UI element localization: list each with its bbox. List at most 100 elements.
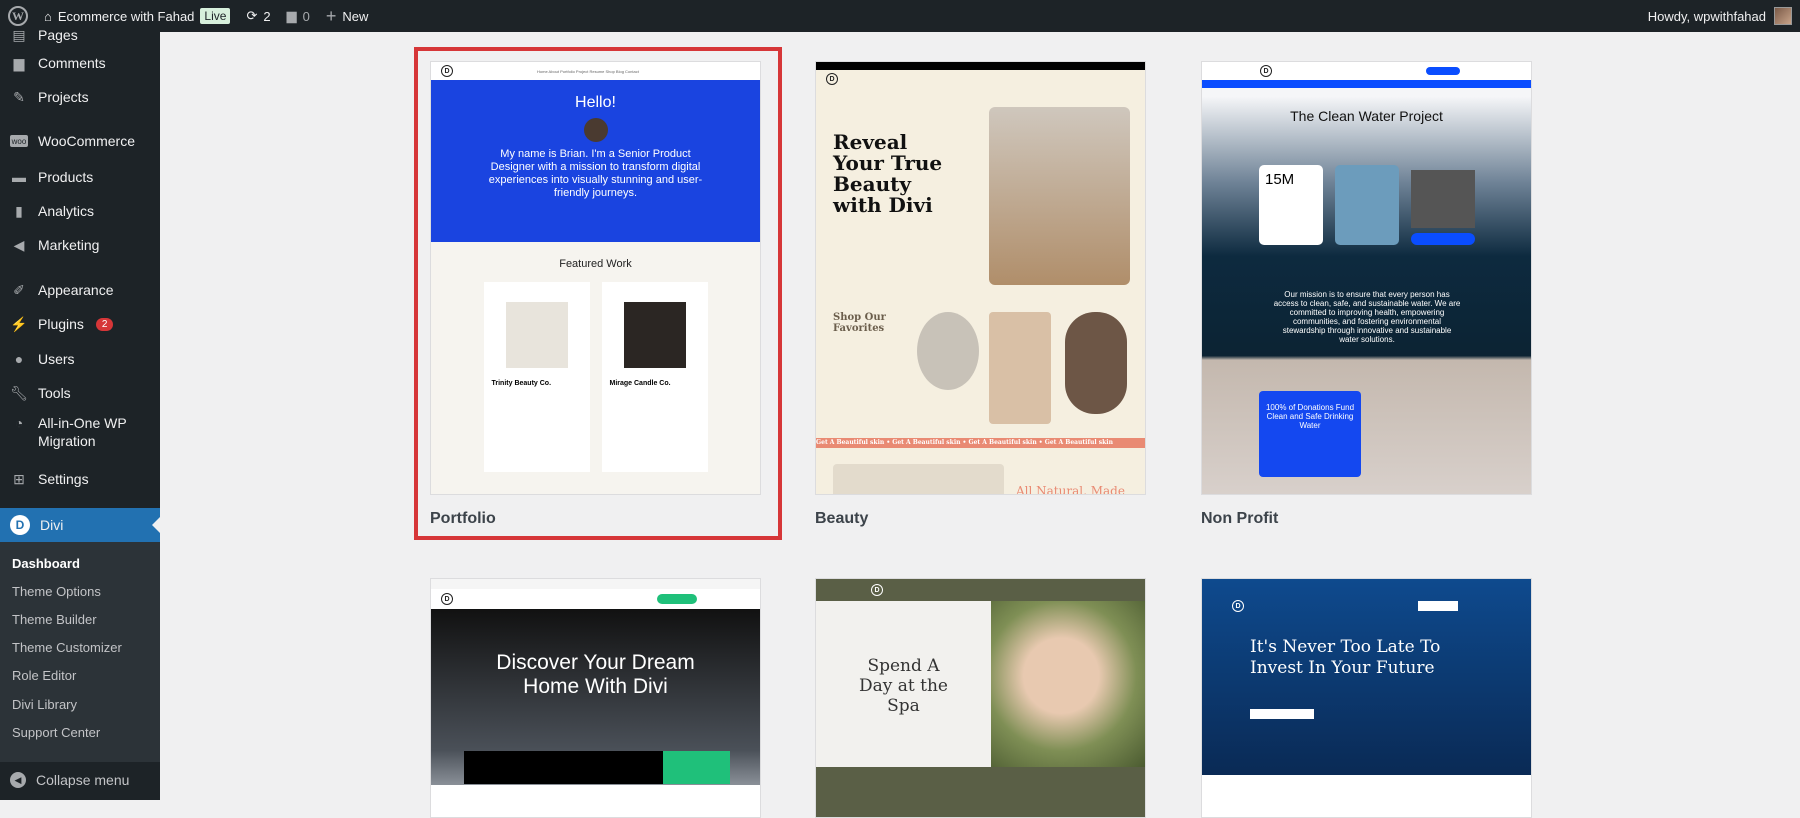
layout-label[interactable]: Beauty — [815, 510, 868, 528]
plug-icon: ⚡ — [10, 315, 28, 332]
submenu-support-center[interactable]: Support Center — [12, 725, 100, 740]
comment-icon: ▆ — [13, 54, 25, 71]
layout-label[interactable]: Non Profit — [1201, 510, 1278, 528]
woman-photo — [991, 601, 1145, 767]
preview-mission: Our mission is to ensure that every pers… — [1273, 290, 1461, 344]
submenu-divi-library[interactable]: Divi Library — [12, 697, 77, 712]
preview-heading: Discover Your Dream Home With Divi — [496, 651, 695, 698]
live-badge: Live — [200, 8, 231, 24]
divi-logo: D — [441, 65, 453, 77]
layout-card-real-estate[interactable]: D Discover Your Dream Home With Divi — [430, 578, 761, 818]
work-card: Mirage Candle Co. — [601, 282, 708, 472]
layout-card-non-profit[interactable]: D The Clean Water Project 15M Our missio… — [1201, 61, 1532, 495]
preview-ticker: Get A Beautiful skin • Get A Beautiful s… — [816, 438, 1145, 448]
divi-logo: D — [1260, 65, 1272, 77]
sidebar-item-appearance[interactable]: ✐ Appearance — [0, 275, 160, 305]
preview-intro: My name is Brian. I'm a Senior Product D… — [488, 148, 703, 199]
submenu-theme-customizer[interactable]: Theme Customizer — [12, 640, 122, 655]
sidebar-item-pages[interactable]: ▤ Pages — [0, 20, 160, 50]
divi-logo: D — [441, 593, 453, 605]
sidebar-item-users[interactable]: ● Users — [0, 344, 160, 374]
sidebar-item-divi[interactable]: D Divi — [0, 508, 160, 542]
updates-link[interactable]: ⟳ 2 — [238, 0, 278, 32]
submenu-theme-builder[interactable]: Theme Builder — [12, 612, 97, 627]
plus-icon: + — [325, 5, 337, 26]
preview-section-title: Featured Work — [559, 258, 632, 270]
sidebar-item-marketing[interactable]: ◀ Marketing — [0, 230, 160, 260]
preview-hero: Hello! My name is Brian. I'm a Senior Pr… — [431, 80, 760, 242]
work-image — [623, 302, 686, 368]
preview-heading: The Clean Water Project — [1290, 108, 1443, 124]
soap-image — [989, 107, 1130, 285]
woo-icon: woo — [10, 135, 28, 147]
pages-icon: ▤ — [12, 26, 26, 43]
action-tiles — [464, 751, 730, 784]
preview-image — [833, 464, 1004, 494]
profile-photo — [583, 118, 608, 142]
account-menu[interactable]: Howdy, wpwithfahad — [1648, 0, 1792, 32]
preview-nav: D — [816, 70, 1145, 88]
serum-image — [1065, 312, 1127, 414]
product-image — [917, 312, 979, 390]
preview-nav: D — [816, 579, 1145, 601]
layout-card-financial[interactable]: D It's Never Too Late To Invest In Your … — [1201, 578, 1532, 818]
wrench-icon: 🔧︎ — [10, 384, 28, 401]
layout-label[interactable]: Portfolio — [430, 510, 496, 528]
layout-card-portfolio[interactable]: D Home About Portfolio Project Resume Sho… — [430, 61, 761, 495]
work-image — [505, 302, 568, 368]
admin-sidebar: ▤ Pages ▆ Comments ✎ Projects woo WooCommerc… — [0, 27, 160, 800]
research-card — [1335, 165, 1399, 245]
megaphone-icon: ◀ — [13, 236, 25, 253]
layout-card-beauty[interactable]: D Reveal Your True Beauty with Divi Shop… — [815, 61, 1146, 495]
divi-logo: D — [1232, 600, 1244, 612]
sidebar-item-settings[interactable]: ⊞ Settings — [0, 464, 160, 494]
sidebar-item-analytics[interactable]: ▮ Analytics — [0, 196, 160, 226]
settings-icon: ⊞ — [13, 470, 25, 487]
collapse-menu-button[interactable]: ◀ Collapse menu — [0, 760, 160, 800]
sidebar-item-woocommerce[interactable]: woo WooCommerce — [0, 126, 160, 156]
sidebar-item-plugins[interactable]: ⚡ Plugins 2 — [0, 309, 160, 339]
brush-icon: ✐ — [13, 281, 25, 298]
plugins-update-badge: 2 — [95, 317, 114, 331]
preview-heading: Hello! — [575, 94, 616, 111]
collapse-arrow-icon: ◀ — [10, 772, 26, 788]
divi-submenu: Dashboard Theme Options Theme Builder Th… — [0, 542, 160, 762]
preview-nav: D — [1202, 62, 1531, 80]
user-icon: ● — [14, 351, 24, 367]
preview-nav: D — [1232, 599, 1531, 613]
preview-heading: Reveal Your True Beauty with Divi — [833, 130, 943, 217]
products-icon: ▬ — [12, 169, 26, 185]
sidebar-item-products[interactable]: ▬ Products — [0, 162, 160, 192]
work-card: Trinity Beauty Co. — [483, 282, 590, 472]
preview-hero: Spend A Day at the Spa — [816, 601, 991, 767]
sidebar-item-projects[interactable]: ✎ Projects — [0, 82, 160, 112]
stat-card: 15M — [1259, 165, 1323, 245]
submenu-dashboard[interactable]: Dashboard — [12, 556, 80, 571]
preview-nav: D — [431, 589, 760, 609]
donate-button — [1411, 233, 1475, 245]
preview-nav: D Home About Portfolio Project Resume Sho… — [431, 62, 760, 80]
divi-logo: D — [871, 584, 883, 596]
preview-section-title: Shop Our Favorites — [833, 312, 886, 334]
sidebar-item-comments[interactable]: ▆ Comments — [0, 48, 160, 78]
sidebar-item-all-in-one-migration[interactable]: ◔ All-in-One WP Migration — [0, 412, 160, 452]
sidebar-item-tools[interactable]: 🔧︎ Tools — [0, 378, 160, 408]
layout-card-spa[interactable]: D Spend A Day at the Spa — [815, 578, 1146, 818]
donation-box: 100% of Donations Fund Clean and Safe Dr… — [1259, 391, 1361, 477]
preview-heading: It's Never Too Late To Invest In Your Fu… — [1250, 637, 1441, 678]
model-image — [989, 312, 1051, 424]
divi-logo: D — [826, 73, 838, 85]
comment-icon: ▆ — [286, 8, 297, 23]
preview-hero: D It's Never Too Late To Invest In Your … — [1202, 579, 1531, 775]
submenu-theme-options[interactable]: Theme Options — [12, 584, 101, 599]
submenu-role-editor[interactable]: Role Editor — [12, 668, 76, 683]
migration-icon: ◔ — [14, 415, 24, 431]
preview-heading: Spend A Day at the Spa — [859, 656, 948, 716]
bar-chart-icon: ▮ — [15, 202, 23, 219]
pin-icon: ✎ — [13, 88, 25, 105]
refresh-icon: ⟳ — [246, 8, 258, 23]
new-content-button[interactable]: + New — [318, 0, 377, 32]
comments-link[interactable]: ▆ 0 — [279, 0, 318, 32]
admin-bar: W ⌂ Ecommerce with Fahad Live ⟳ 2 ▆ 0 + New H… — [0, 0, 1800, 32]
beach-photo — [1411, 170, 1475, 228]
